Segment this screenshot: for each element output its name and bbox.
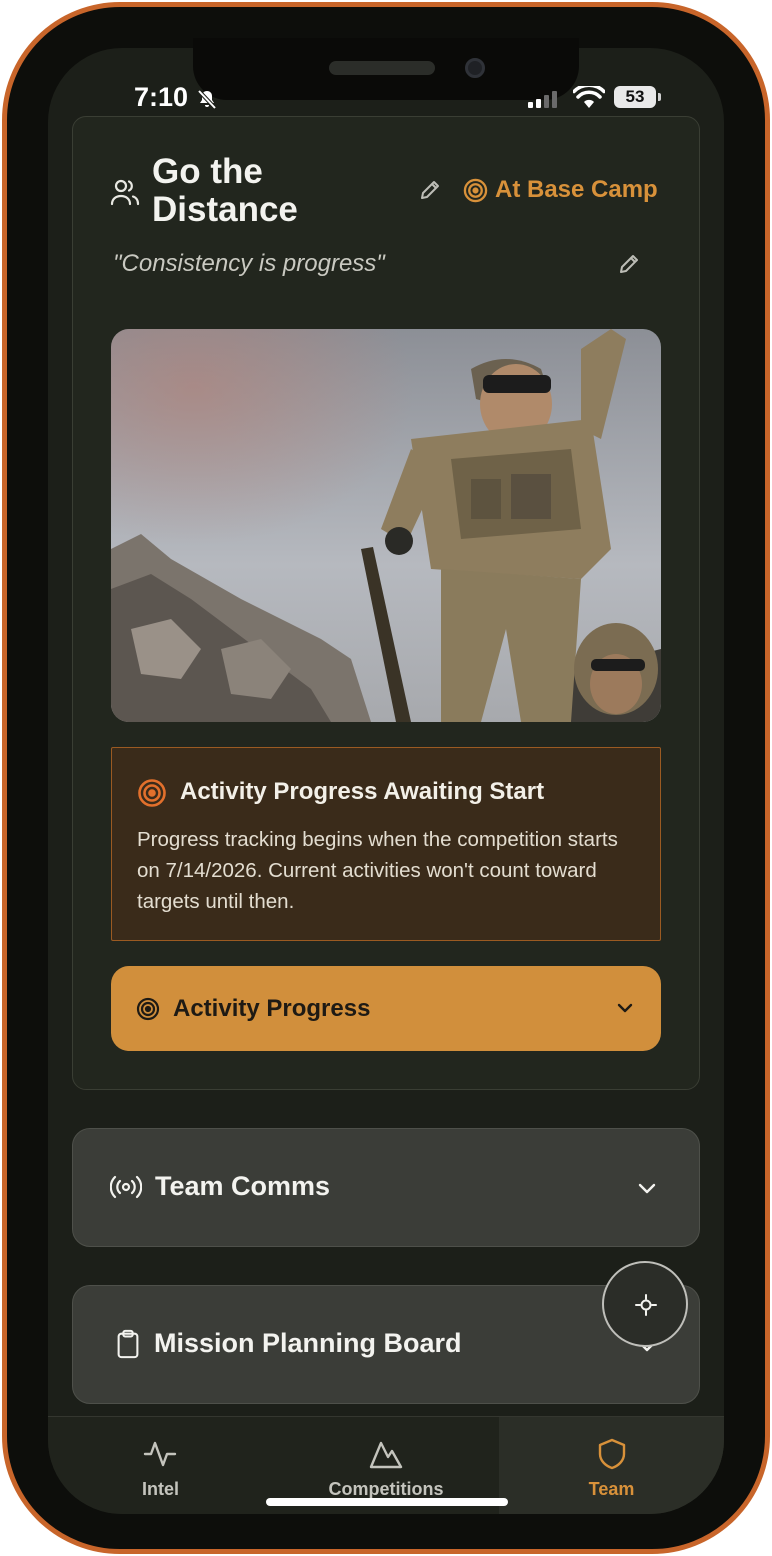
mountain-icon (369, 1441, 403, 1469)
bell-muted-icon (197, 89, 217, 110)
team-comms-label: Team Comms (155, 1171, 331, 1201)
locate-fab-button[interactable] (602, 1261, 688, 1347)
chevron-down-icon (638, 1183, 656, 1194)
cellular-signal-icon (528, 91, 557, 108)
crosshair-icon (635, 1294, 657, 1316)
target-icon (138, 779, 166, 807)
wifi-icon (573, 86, 605, 108)
tab-intel[interactable]: Intel (48, 1417, 273, 1514)
clipboard-icon (117, 1329, 139, 1359)
speaker (329, 61, 435, 75)
edit-pencil-icon[interactable] (418, 178, 442, 202)
tab-team-label: Team (588, 1479, 635, 1499)
target-icon (463, 178, 488, 203)
shield-icon (598, 1438, 626, 1470)
target-icon (136, 997, 160, 1021)
battery-icon: 53 (614, 86, 656, 108)
alert-body: Progress tracking begins when the compet… (137, 828, 618, 913)
chevron-down-icon (617, 1003, 633, 1013)
activity-progress-label: Activity Progress (173, 995, 371, 1022)
tab-team[interactable]: Team (499, 1417, 724, 1514)
battery-tip (658, 93, 661, 101)
tab-intel-label: Intel (141, 1479, 179, 1499)
notch (193, 38, 579, 100)
edit-motto-icon[interactable] (617, 252, 641, 276)
broadcast-icon (110, 1175, 142, 1199)
team-name: Go the Distance (152, 152, 298, 229)
status-time: 7:10 (134, 82, 189, 112)
home-indicator[interactable] (266, 1498, 508, 1506)
alert-title: Activity Progress Awaiting Start (180, 778, 545, 805)
team-banner-image (111, 329, 661, 722)
tab-competitions-label: Competitions (328, 1479, 444, 1499)
camera (465, 58, 485, 78)
team-motto: "Consistency is progress" (113, 250, 385, 277)
team-status: At Base Camp (495, 176, 658, 203)
mission-planning-label: Mission Planning Board (154, 1328, 462, 1358)
users-icon (110, 179, 140, 206)
activity-icon (143, 1441, 177, 1467)
